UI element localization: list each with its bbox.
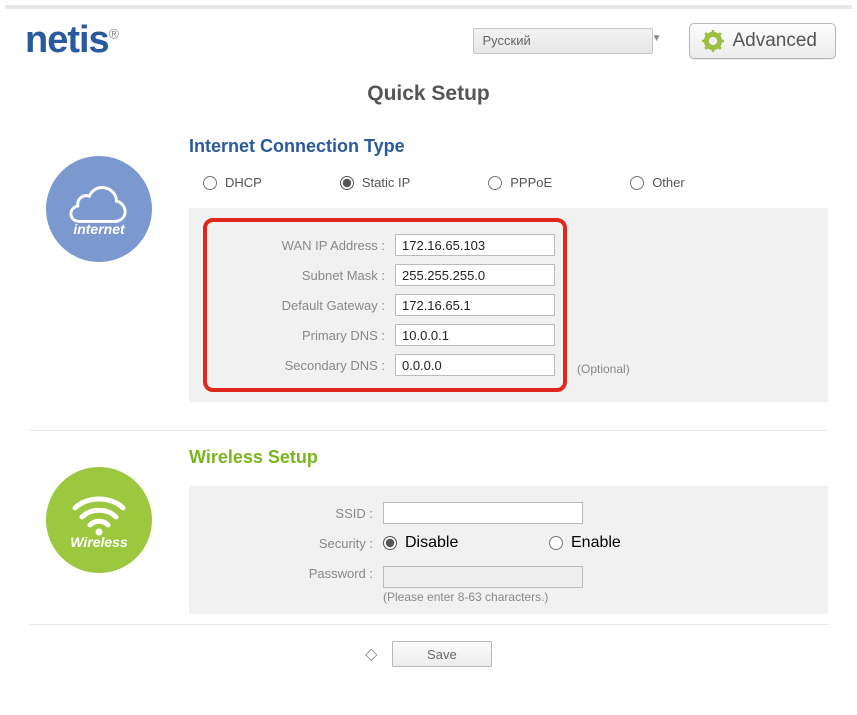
label-subnet: Subnet Mask :: [215, 268, 385, 283]
radio-other[interactable]: Other: [630, 175, 685, 190]
internet-section-title: Internet Connection Type: [189, 136, 828, 157]
radio-static-ip[interactable]: Static IP: [340, 175, 410, 190]
page-title: Quick Setup: [5, 82, 852, 106]
radio-security-disable[interactable]: Disable: [383, 534, 539, 552]
label-gateway: Default Gateway :: [215, 298, 385, 313]
wireless-section-title: Wireless Setup: [189, 447, 828, 468]
connection-type-radios: DHCP Static IP PPPoE Other: [189, 175, 828, 208]
gear-icon: [702, 30, 724, 52]
brand-logo: netis®: [25, 19, 118, 62]
optional-note: (Optional): [577, 362, 630, 376]
advanced-button[interactable]: Advanced: [689, 23, 836, 59]
secondary-dns-input[interactable]: [395, 354, 555, 376]
label-secondary-dns: Secondary DNS :: [215, 358, 385, 373]
radio-pppoe[interactable]: PPPoE: [488, 175, 552, 190]
password-hint: (Please enter 8-63 characters.): [383, 590, 583, 604]
subnet-mask-input[interactable]: [395, 264, 555, 286]
label-ssid: SSID :: [203, 506, 373, 521]
radio-dhcp[interactable]: DHCP: [203, 175, 262, 190]
label-wan-ip: WAN IP Address :: [215, 238, 385, 253]
primary-dns-input[interactable]: [395, 324, 555, 346]
wireless-badge: Wireless: [46, 467, 152, 573]
label-primary-dns: Primary DNS :: [215, 328, 385, 343]
radio-security-enable[interactable]: Enable: [549, 534, 705, 552]
save-button[interactable]: Save: [392, 641, 492, 667]
wan-ip-input[interactable]: [395, 234, 555, 256]
diamond-icon: ◇: [365, 646, 377, 663]
label-password: Password :: [203, 566, 373, 581]
language-dropdown[interactable]: Русский: [473, 28, 653, 54]
cloud-icon: [68, 181, 130, 225]
static-ip-highlight: WAN IP Address : Subnet Mask : Default G…: [203, 218, 567, 392]
password-input: [383, 566, 583, 588]
wifi-icon: [69, 490, 129, 538]
ssid-input[interactable]: [383, 502, 583, 524]
default-gateway-input[interactable]: [395, 294, 555, 316]
internet-badge: internet: [46, 156, 152, 262]
label-security: Security :: [203, 536, 373, 551]
